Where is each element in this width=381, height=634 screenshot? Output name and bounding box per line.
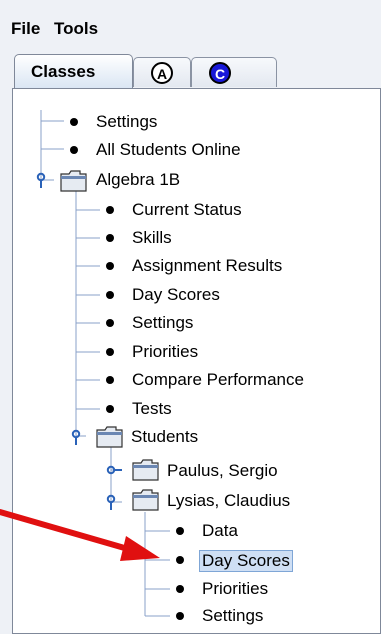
bullet-icon bbox=[70, 118, 78, 126]
tree-item-label: Settings bbox=[202, 606, 264, 625]
annotation-arrow-icon bbox=[0, 509, 160, 561]
bullet-icon bbox=[106, 206, 114, 214]
tree-item-label: Algebra 1B bbox=[96, 170, 181, 189]
tree-item-label: Current Status bbox=[132, 200, 242, 219]
bullet-icon bbox=[106, 405, 114, 413]
tree-item-label: Skills bbox=[132, 228, 172, 247]
folder-icon bbox=[132, 489, 159, 511]
tree-item-label: Assignment Results bbox=[132, 256, 283, 275]
tree-handles bbox=[36, 172, 122, 510]
bullet-icon bbox=[106, 348, 114, 356]
bullet-icon bbox=[106, 291, 114, 299]
expand-handle-icon[interactable] bbox=[106, 465, 122, 475]
bullet-icon bbox=[176, 612, 184, 620]
folder-icon bbox=[96, 426, 123, 448]
tree-item-label: Lysias, Claudius bbox=[167, 491, 291, 510]
bullet-icon bbox=[106, 319, 114, 327]
bullet-icon bbox=[176, 556, 184, 564]
tree-item-label: Priorities bbox=[202, 579, 269, 598]
tree-item-label: Paulus, Sergio bbox=[167, 461, 278, 480]
bullet-icon bbox=[176, 585, 184, 593]
tree-item-label: Compare Performance bbox=[132, 370, 304, 389]
tree-item-label: Tests bbox=[132, 399, 172, 418]
bullet-icon bbox=[106, 234, 114, 242]
tree-item-label: Students bbox=[131, 427, 199, 446]
tree-item-label: Data bbox=[202, 521, 238, 540]
folder-icon bbox=[60, 170, 87, 192]
bullet-icon bbox=[176, 527, 184, 535]
tree-item-label: Day Scores bbox=[132, 285, 220, 304]
tree-item-label: Priorities bbox=[132, 342, 199, 361]
bullet-icon bbox=[70, 146, 78, 154]
tree-item-label: All Students Online bbox=[96, 140, 241, 159]
selected-tree-item-label: Day Scores bbox=[199, 550, 293, 572]
bullet-icon bbox=[106, 262, 114, 270]
tree-item-label: Settings bbox=[132, 313, 194, 332]
bullet-icon bbox=[106, 376, 114, 384]
tree-item-label: Settings bbox=[96, 112, 158, 131]
folder-icon bbox=[132, 459, 159, 481]
